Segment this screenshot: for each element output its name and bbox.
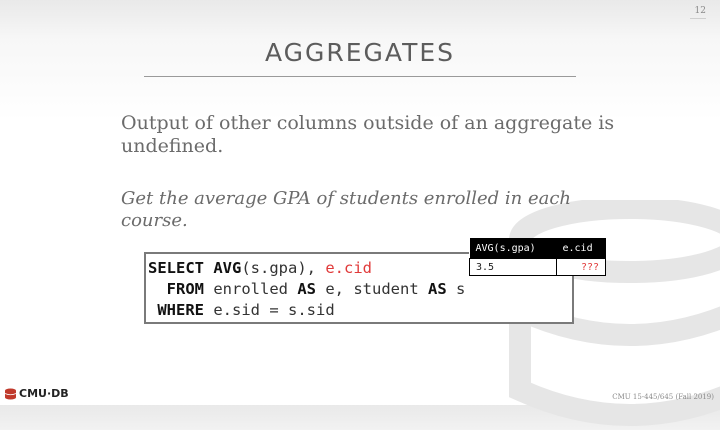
slide-title: AGGREGATES	[264, 38, 456, 67]
sql-line-3: WHERE e.sid = s.sid	[148, 300, 572, 321]
result-cell-cid: ???	[556, 258, 606, 276]
result-cell-avg: 3.5	[469, 258, 557, 276]
sql-keyword-as: AS	[427, 280, 447, 298]
sql-line-2: FROM enrolled AS e, student AS s	[148, 279, 572, 300]
cmu-db-logo: CMU·DB	[4, 387, 69, 400]
sql-text: e.sid = s.sid	[204, 301, 335, 319]
body-text: Output of other columns outside of an ag…	[121, 112, 615, 157]
result-table: AVG(s.gpa) e.cid 3.5 ???	[469, 238, 606, 276]
sql-text: e, student	[316, 280, 428, 298]
sql-keyword-where: WHERE	[157, 301, 205, 319]
sql-keyword-as: AS	[297, 280, 316, 298]
sql-text: enrolled	[204, 280, 298, 298]
sql-keyword-avg: AVG	[213, 259, 242, 277]
sql-keyword-from: FROM	[166, 280, 204, 298]
result-header-avg: AVG(s.gpa)	[469, 238, 557, 259]
sql-keyword-select: SELECT	[148, 259, 204, 277]
logo-text: CMU·DB	[19, 387, 69, 400]
sql-column-cid: e.cid	[325, 259, 373, 277]
question-text: Get the average GPA of students enrolled…	[121, 188, 571, 231]
sql-text: (s.gpa),	[241, 259, 326, 277]
course-footer: CMU 15-445/645 (Fall 2019)	[612, 393, 714, 401]
result-header-cid: e.cid	[556, 238, 606, 259]
page-number: 12	[690, 6, 706, 19]
database-logo-icon	[4, 388, 17, 399]
sql-text: s	[446, 280, 466, 298]
result-header-row: AVG(s.gpa) e.cid	[469, 238, 606, 259]
title-rule	[144, 76, 576, 77]
table-row: 3.5 ???	[469, 258, 606, 276]
